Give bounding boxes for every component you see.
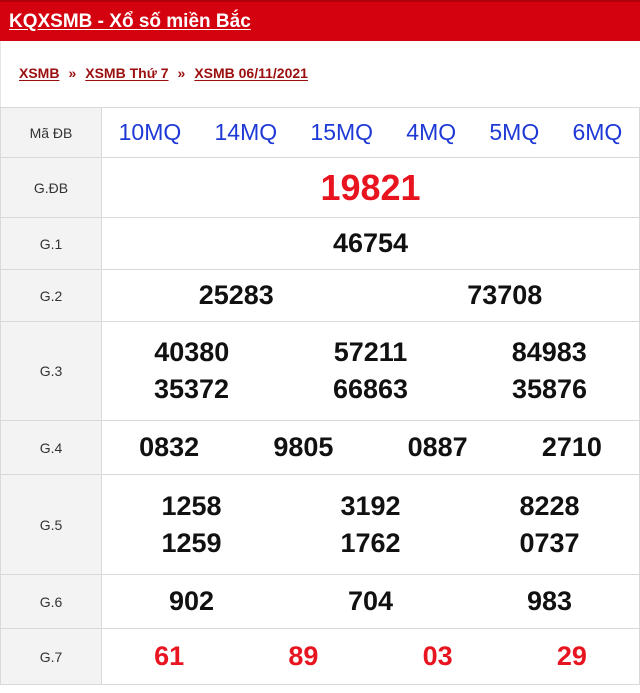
prize-number: 8228: [519, 490, 580, 521]
table-row-g-db: G.ĐB 19821: [0, 157, 640, 218]
prize-number: 1259: [161, 527, 222, 558]
table-row-g4: G.4 0832 9805 0887 2710: [0, 420, 640, 475]
prize-number: 46754: [332, 228, 409, 258]
prize-number: 983: [526, 586, 573, 616]
prize-number: 66863: [332, 374, 409, 404]
prize-number: 1762: [340, 527, 401, 558]
g-db-cell: 19821: [101, 157, 640, 218]
prize-number: 0832: [139, 432, 200, 462]
prize-number: 704: [347, 586, 394, 616]
row-label-ma-db: Mã ĐB: [0, 107, 102, 158]
table-row-g7: G.7 61 89 03 29: [0, 628, 640, 685]
prize-number: 902: [168, 586, 215, 616]
ma-db-code: 14MQ: [214, 119, 278, 145]
ma-db-code: 4MQ: [406, 119, 457, 145]
prize-number: 0737: [519, 527, 580, 558]
row-label-g4: G.4: [0, 420, 102, 475]
title-bar: KQXSMB - Xổ số miền Bắc: [0, 0, 640, 41]
prize-number: 03: [422, 641, 453, 671]
g2-cell: 25283 73708: [101, 269, 640, 322]
breadcrumb-separator: »: [68, 64, 77, 81]
g4-cell: 0832 9805 0887 2710: [101, 420, 640, 475]
page-title-link[interactable]: KQXSMB - Xổ số miền Bắc: [9, 11, 251, 33]
breadcrumb-xsmb[interactable]: XSMB: [19, 65, 59, 81]
prize-number: 9805: [273, 432, 334, 462]
g5-cell: 1258 3192 8228 1259 1762 0737: [101, 474, 640, 575]
special-prize-number: 19821: [320, 166, 421, 208]
row-label-g3: G.3: [0, 321, 102, 421]
prize-number: 25283: [198, 280, 274, 310]
g7-cell: 61 89 03 29: [101, 628, 640, 685]
g3-cell: 40380 57211 84983 35372 66863 35876: [101, 321, 640, 421]
breadcrumb-separator: »: [177, 64, 186, 81]
ma-db-code: 15MQ: [310, 119, 374, 145]
breadcrumb-xsmb-thu7[interactable]: XSMB Thứ 7: [85, 65, 168, 81]
prize-number: 29: [556, 641, 587, 671]
row-label-g2: G.2: [0, 269, 102, 322]
table-row-g3: G.3 40380 57211 84983 35372 66863 35876: [0, 321, 640, 421]
table-row-g5: G.5 1258 3192 8228 1259 1762 0737: [0, 474, 640, 575]
prize-number: 84983: [511, 337, 587, 367]
prize-number: 40380: [154, 337, 230, 367]
table-row-g2: G.2 25283 73708: [0, 269, 640, 322]
table-row-g6: G.6 902 704 983: [0, 574, 640, 629]
row-label-g5: G.5: [0, 474, 102, 575]
results-page: KQXSMB - Xổ số miền Bắc XSMB » XSMB Thứ …: [0, 0, 640, 693]
row-label-g7: G.7: [0, 628, 102, 685]
row-label-g1: G.1: [0, 217, 102, 270]
ma-db-code: 6MQ: [572, 119, 623, 145]
ma-db-cell: 10MQ 14MQ 15MQ 4MQ 5MQ 6MQ: [101, 107, 640, 158]
g1-cell: 46754: [101, 217, 640, 270]
prize-number: 2710: [541, 432, 602, 462]
table-row-ma-db: Mã ĐB 10MQ 14MQ 15MQ 4MQ 5MQ 6MQ: [0, 107, 640, 158]
prize-number: 1258: [161, 490, 222, 521]
table-row-g1: G.1 46754: [0, 217, 640, 270]
prize-number: 89: [288, 641, 319, 671]
ma-db-code: 10MQ: [118, 119, 182, 145]
results-table: Mã ĐB 10MQ 14MQ 15MQ 4MQ 5MQ 6MQ G.ĐB 19…: [0, 107, 640, 685]
g6-cell: 902 704 983: [101, 574, 640, 629]
breadcrumb-xsmb-date[interactable]: XSMB 06/11/2021: [194, 65, 308, 81]
breadcrumb: XSMB » XSMB Thứ 7 » XSMB 06/11/2021: [0, 41, 640, 107]
prize-number: 3192: [340, 490, 401, 521]
prize-number: 57211: [333, 337, 408, 367]
prize-number: 73708: [467, 280, 543, 310]
prize-number: 35372: [153, 374, 230, 404]
prize-number: 61: [154, 641, 185, 671]
row-label-g6: G.6: [0, 574, 102, 629]
prize-number: 0887: [407, 432, 468, 462]
row-label-g-db: G.ĐB: [0, 157, 102, 218]
prize-number: 35876: [511, 374, 588, 404]
ma-db-code: 5MQ: [489, 119, 540, 145]
